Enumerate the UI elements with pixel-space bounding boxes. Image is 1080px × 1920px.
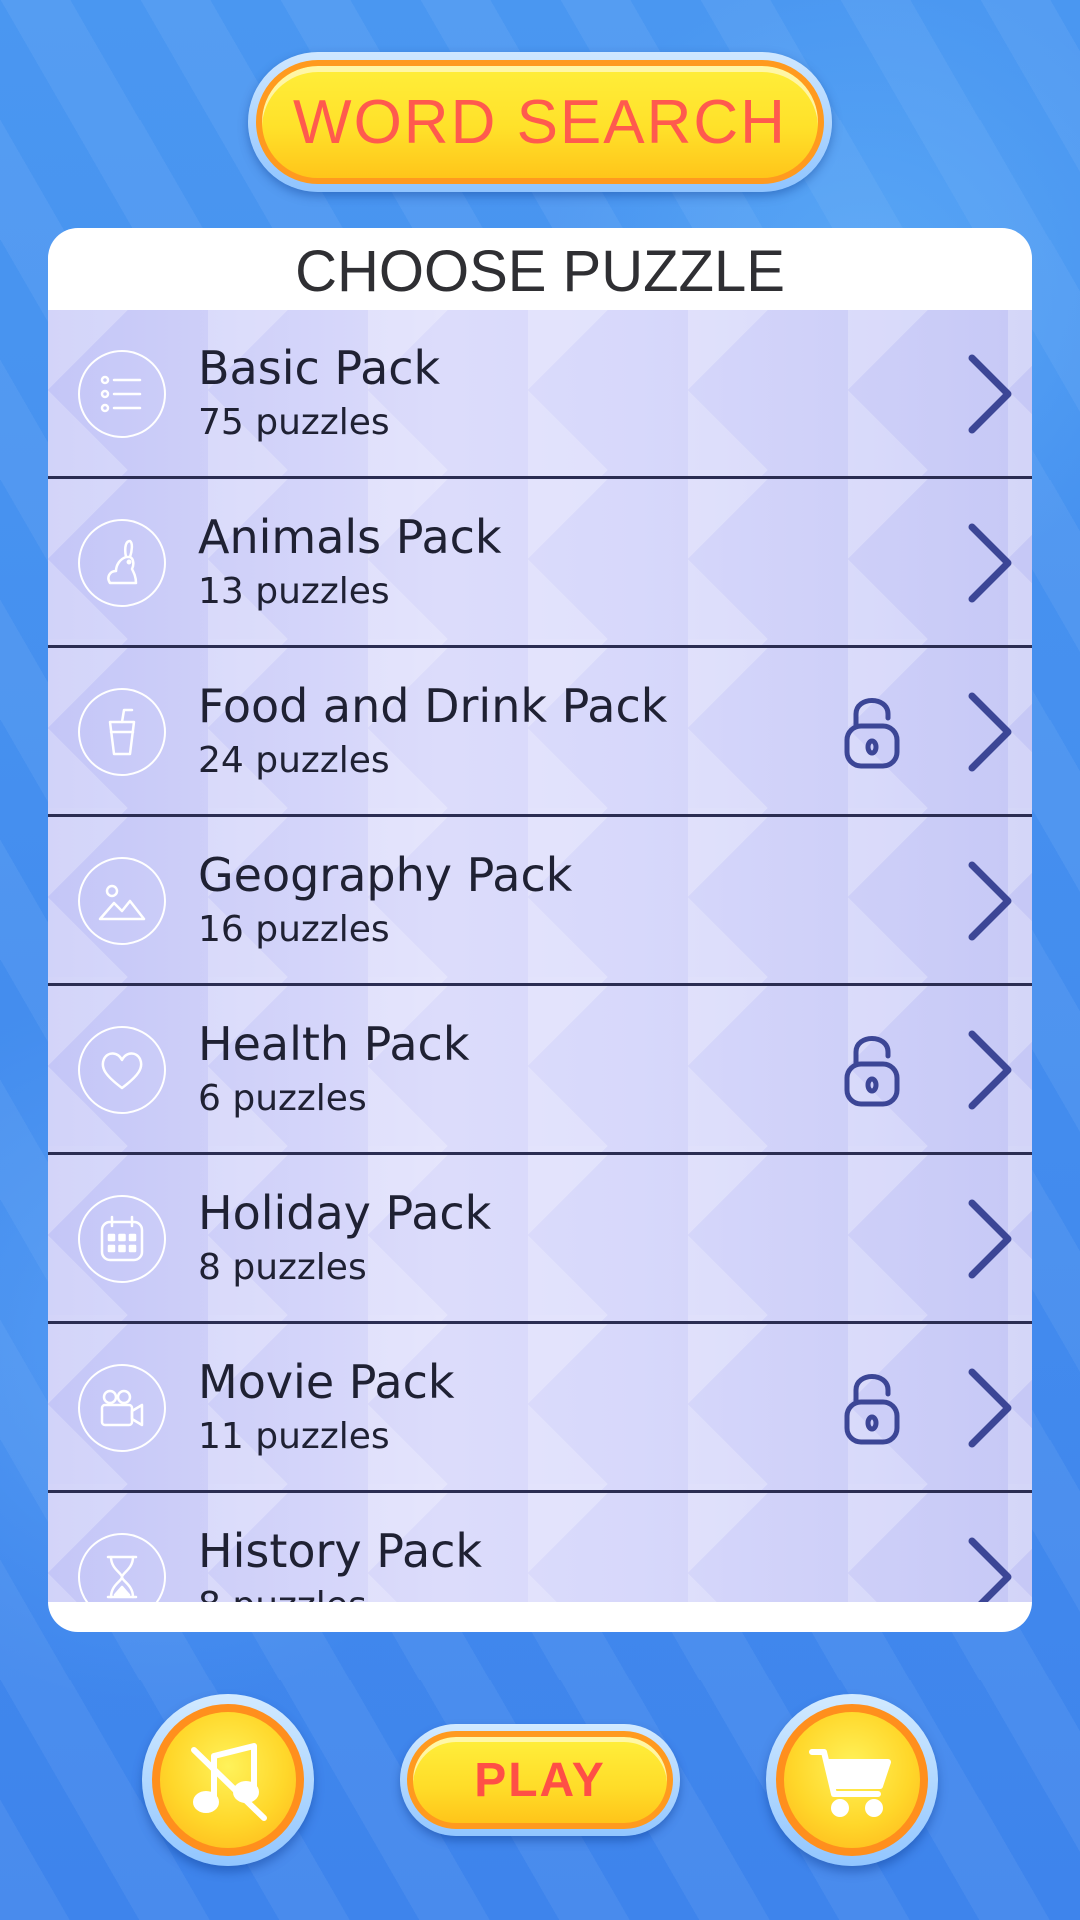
pack-title: Holiday Pack	[198, 1186, 492, 1240]
pack-item-movie[interactable]: Movie Pack 11 puzzles	[48, 1324, 1032, 1493]
drink-cup-icon	[78, 688, 166, 776]
app-title: WORD SEARCH	[293, 87, 787, 157]
pack-item-food-and-drink[interactable]: Food and Drink Pack 24 puzzles	[48, 648, 1032, 817]
pack-count: 75 puzzles	[198, 402, 390, 443]
pack-count: 11 puzzles	[198, 1416, 390, 1457]
list-icon	[78, 350, 166, 438]
pack-item-holiday[interactable]: Holiday Pack 8 puzzles	[48, 1155, 1032, 1324]
pack-title: History Pack	[198, 1524, 483, 1578]
pack-title: Geography Pack	[198, 848, 573, 902]
play-button[interactable]: PLAY	[400, 1724, 680, 1836]
pack-item-history[interactable]: History Pack 8 puzzles	[48, 1493, 1032, 1602]
pack-count: 13 puzzles	[198, 571, 390, 612]
play-pill: PLAY	[407, 1731, 673, 1829]
music-toggle-button[interactable]	[142, 1694, 314, 1866]
pack-title: Basic Pack	[198, 341, 441, 395]
chevron-right-icon[interactable]	[958, 1026, 1018, 1114]
pack-title: Food and Drink Pack	[198, 679, 668, 733]
play-label: PLAY	[474, 1753, 606, 1807]
chevron-right-icon[interactable]	[958, 1195, 1018, 1283]
chevron-right-icon[interactable]	[958, 519, 1018, 607]
card-heading: CHOOSE PUZZLE	[295, 238, 785, 304]
chevron-right-icon[interactable]	[958, 1533, 1018, 1602]
pack-count: 16 puzzles	[198, 909, 390, 950]
pack-title: Movie Pack	[198, 1355, 455, 1409]
title-banner: WORD SEARCH	[248, 52, 832, 192]
chevron-right-icon[interactable]	[958, 688, 1018, 776]
chevron-right-icon[interactable]	[958, 350, 1018, 438]
movie-camera-icon	[78, 1364, 166, 1452]
shopping-cart-icon	[776, 1704, 928, 1856]
pack-count: 8 puzzles	[198, 1247, 367, 1288]
pack-item-health[interactable]: Health Pack 6 puzzles	[48, 986, 1032, 1155]
pack-count: 24 puzzles	[198, 740, 390, 781]
pack-title: Health Pack	[198, 1017, 470, 1071]
pack-item-animals[interactable]: Animals Pack 13 puzzles	[48, 479, 1032, 648]
chevron-right-icon[interactable]	[958, 1364, 1018, 1452]
rabbit-icon	[78, 519, 166, 607]
title-pill: WORD SEARCH	[256, 60, 824, 184]
music-muted-icon	[152, 1704, 304, 1856]
pack-count: 8 puzzles	[198, 1579, 482, 1602]
landscape-image-icon	[78, 857, 166, 945]
lock-icon	[844, 1036, 900, 1107]
lock-icon	[844, 1374, 900, 1445]
puzzle-card: CHOOSE PUZZLE Basic Pack 75 puzzles Anim…	[48, 228, 1032, 1632]
pack-count: 6 puzzles	[198, 1078, 367, 1119]
pack-title: Animals Pack	[198, 510, 502, 564]
pack-item-basic[interactable]: Basic Pack 75 puzzles	[48, 310, 1032, 479]
pack-item-geography[interactable]: Geography Pack 16 puzzles	[48, 817, 1032, 986]
shop-button[interactable]	[766, 1694, 938, 1866]
lock-icon	[844, 698, 900, 769]
hourglass-icon	[78, 1533, 166, 1602]
heart-icon	[78, 1026, 166, 1114]
pack-list[interactable]: Basic Pack 75 puzzles Animals Pack 13 pu…	[48, 310, 1032, 1602]
chevron-right-icon[interactable]	[958, 857, 1018, 945]
calendar-icon	[78, 1195, 166, 1283]
